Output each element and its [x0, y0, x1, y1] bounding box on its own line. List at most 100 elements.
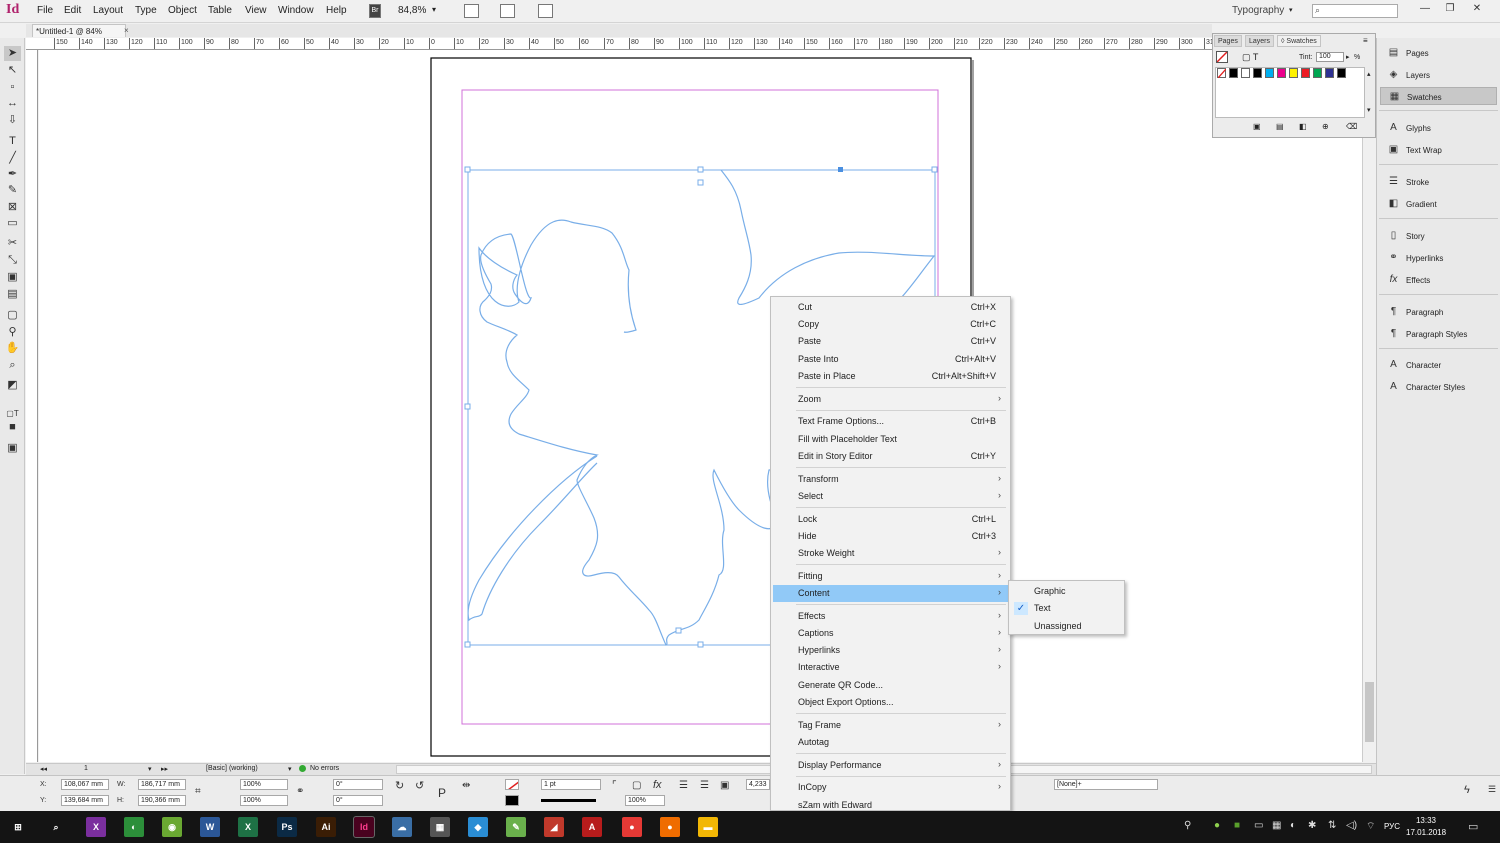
menu-window[interactable]: Window	[278, 5, 314, 16]
zoom-dropdown-icon[interactable]: ▾	[432, 5, 436, 14]
menu-layout[interactable]: Layout	[93, 5, 123, 16]
context-menu-item-incopy[interactable]: InCopy ›	[773, 779, 1008, 796]
dock-item-character-styles[interactable]: A Character Styles	[1380, 378, 1497, 396]
indesign-icon[interactable]: Id	[353, 816, 375, 838]
tint-field[interactable]: 100	[1316, 52, 1344, 62]
dock-item-glyphs[interactable]: A Glyphs	[1380, 119, 1497, 137]
select-container-icon[interactable]: P	[438, 786, 446, 800]
show-all-swatches-icon[interactable]: ▣	[1253, 122, 1261, 131]
notifications-icon[interactable]: ▭	[1468, 820, 1478, 833]
flip-horizontal-icon[interactable]: ⇹	[462, 780, 470, 791]
dock-item-hyperlinks[interactable]: ⚭ Hyperlinks	[1380, 249, 1497, 267]
swatch-chip[interactable]	[1337, 68, 1346, 78]
frame-label-handle[interactable]	[838, 167, 843, 172]
tint-arrow-icon[interactable]: ▸	[1346, 53, 1350, 61]
swatch-chip[interactable]	[1229, 68, 1238, 78]
dock-item-character[interactable]: A Character	[1380, 356, 1497, 374]
zoom-level[interactable]: 84,8%	[398, 5, 426, 16]
scale-y-field[interactable]: 100%	[240, 795, 288, 806]
restore-button[interactable]: ❐	[1443, 3, 1457, 15]
photoshop-icon[interactable]: Ps	[277, 817, 297, 837]
dock-item-swatches[interactable]: ▦ Swatches	[1380, 87, 1497, 105]
show-gradient-swatches-icon[interactable]: ◧	[1299, 122, 1307, 131]
tab-pages[interactable]: Pages	[1214, 35, 1242, 47]
swatch-chip[interactable]	[1253, 68, 1262, 78]
y-position-field[interactable]: 139,684 mm	[61, 795, 109, 806]
context-menu-item-select[interactable]: Select ›	[773, 488, 1008, 505]
tray-icon-2[interactable]: ■	[1234, 820, 1240, 831]
context-menu-item-display-performance[interactable]: Display Performance ›	[773, 757, 1008, 774]
pencil-tool-icon[interactable]: ✎	[4, 183, 21, 198]
context-menu-item-content[interactable]: Content ›	[773, 585, 1008, 602]
content-collector-icon[interactable]: ⇩	[4, 113, 21, 128]
stroke-swatch[interactable]	[505, 795, 519, 806]
selection-tool-icon[interactable]: ➤	[4, 46, 21, 61]
context-menu-item-fill-with-placeholder-text[interactable]: Fill with Placeholder Text	[773, 431, 1008, 448]
firefox-icon[interactable]: ●	[660, 817, 680, 837]
type-tool-icon[interactable]: T	[4, 134, 21, 149]
normal-view-icon[interactable]: ■	[4, 420, 21, 435]
tray-icon-1[interactable]: ●	[1214, 820, 1220, 831]
pdf-icon[interactable]: ◢	[544, 817, 564, 837]
shear-angle-field[interactable]: 0°	[333, 795, 383, 806]
height-field[interactable]: 190,366 mm	[138, 795, 186, 806]
screen-mode-tool-icon[interactable]: ▣	[4, 441, 21, 456]
gradient-feather-tool-icon[interactable]: ▤	[4, 287, 21, 302]
preflight-status[interactable]: No errors	[310, 765, 339, 772]
vertical-scrollbar[interactable]	[1362, 50, 1376, 762]
rotation-angle-field[interactable]: 0°	[333, 779, 383, 790]
scroll-up-icon[interactable]: ▴	[1367, 70, 1371, 78]
page-nav-next-icon[interactable]: ▸▸	[161, 765, 168, 773]
dock-item-stroke[interactable]: ☰ Stroke	[1380, 173, 1497, 191]
context-menu-item-paste-into[interactable]: Paste Into Ctrl+Alt+V	[773, 351, 1008, 368]
page-nav-first-icon[interactable]: ◂◂	[40, 765, 47, 773]
dock-item-paragraph-styles[interactable]: ¶ Paragraph Styles	[1380, 325, 1497, 343]
page-tool-icon[interactable]: ▫	[4, 80, 21, 95]
illustrator-icon[interactable]: Ai	[316, 817, 336, 837]
calculator-icon[interactable]: ▦	[430, 817, 450, 837]
context-menu-item-captions[interactable]: Captions ›	[773, 625, 1008, 642]
content-option-unassigned[interactable]: Unassigned	[1011, 618, 1122, 635]
context-menu-item-object-export-options[interactable]: Object Export Options...	[773, 694, 1008, 711]
chrome-icon[interactable]: ●	[622, 817, 642, 837]
context-menu-item-edit-in-story-editor[interactable]: Edit in Story Editor Ctrl+Y	[773, 448, 1008, 465]
stroke-weight-field[interactable]: 1 pt	[541, 779, 601, 790]
close-tab-icon[interactable]: ×	[124, 26, 129, 35]
fill-swatch[interactable]	[505, 779, 519, 790]
eyedropper-tool-icon[interactable]: ⚲	[4, 325, 21, 340]
context-menu-item-autotag[interactable]: Autotag	[773, 734, 1008, 751]
swatch-chip[interactable]	[1289, 68, 1298, 78]
delete-swatch-icon[interactable]: ⌫	[1346, 122, 1357, 131]
horizontal-ruler[interactable]: 150 140 130 120 110 100 90 80 70 60 50 40 30 20 10 0 10 2…	[26, 38, 1212, 50]
app-icon-5[interactable]: ◆	[468, 817, 488, 837]
swatch-chip[interactable]	[1265, 68, 1274, 78]
stroke-type-selector[interactable]	[541, 799, 596, 802]
context-menu-item-tag-frame[interactable]: Tag Frame ›	[773, 717, 1008, 734]
context-menu-item-fitting[interactable]: Fitting ›	[773, 568, 1008, 585]
align-icon[interactable]: ☰	[700, 780, 709, 791]
app-icon-3[interactable]: ◉	[162, 817, 182, 837]
tab-swatches[interactable]: ◊ Swatches	[1277, 35, 1321, 47]
preflight-dropdown-icon[interactable]: ▾	[288, 765, 292, 773]
dock-item-gradient[interactable]: ◧ Gradient	[1380, 195, 1497, 213]
drop-shadow-icon[interactable]: ▢	[632, 780, 641, 791]
language-indicator[interactable]: РУС	[1384, 822, 1400, 831]
show-color-swatches-icon[interactable]: ▤	[1276, 122, 1284, 131]
scroll-down-icon[interactable]: ▾	[1367, 106, 1371, 114]
context-menu-item-cut[interactable]: Cut Ctrl+X	[773, 299, 1008, 316]
windows-start-icon[interactable]: ⊞	[8, 817, 28, 837]
preflight-profile[interactable]: [Basic] (working)	[206, 765, 258, 772]
fill-stroke-swatch-icon[interactable]: ◩	[4, 378, 21, 393]
clock[interactable]: 13:33 17.01.2018	[1406, 815, 1446, 839]
dock-item-text-wrap[interactable]: ▣ Text Wrap	[1380, 141, 1497, 159]
content-option-graphic[interactable]: Graphic	[1011, 583, 1122, 600]
document-canvas[interactable]	[39, 50, 1362, 762]
app-icon-1[interactable]: X	[86, 817, 106, 837]
direct-selection-tool-icon[interactable]: ↖	[4, 63, 21, 78]
context-menu-item-generate-qr-code[interactable]: Generate QR Code...	[773, 677, 1008, 694]
gutter-field[interactable]: 4,233	[746, 779, 770, 790]
formatting-affects-icon[interactable]: ▢T	[4, 406, 21, 421]
gap-tool-icon[interactable]: ↔	[4, 96, 21, 111]
app-icon-2[interactable]: ◐	[124, 817, 144, 837]
tab-layers[interactable]: Layers	[1245, 35, 1275, 47]
